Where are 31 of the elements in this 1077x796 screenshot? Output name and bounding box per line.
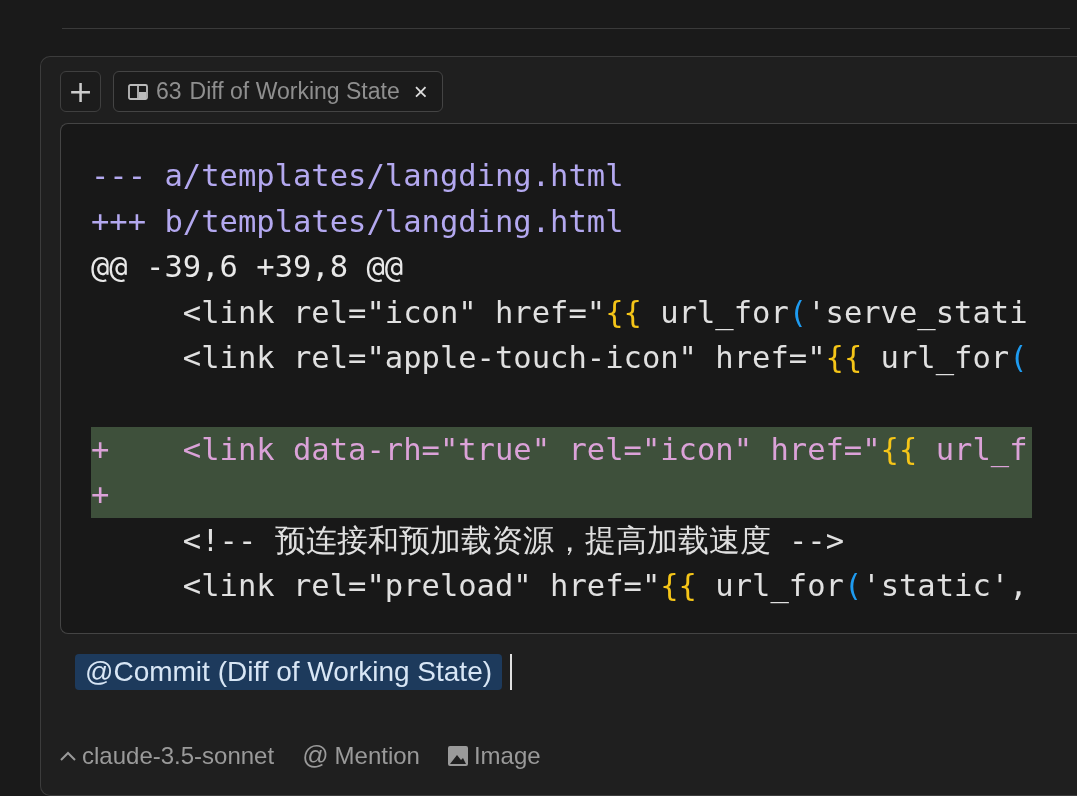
code-text: <link rel="preload" href="	[181, 568, 661, 604]
image-icon	[447, 745, 468, 766]
model-selector[interactable]: claude-3.5-sonnet	[60, 741, 275, 770]
add-button[interactable]: +	[60, 71, 101, 112]
code-text: (	[1009, 340, 1028, 376]
code-text: @@ -39,6 +39,8 @@	[91, 249, 404, 285]
chevron-up-icon	[60, 750, 76, 761]
code-text: {{	[825, 340, 863, 376]
code-text: (	[843, 568, 863, 604]
image-button[interactable]: Image	[447, 741, 541, 770]
close-button[interactable]: ×	[413, 77, 428, 106]
code-text: <!-- 预连接和预加载资源，提高加载速度 -->	[181, 522, 845, 558]
code-text: (	[788, 294, 808, 330]
tab-number: 63	[156, 78, 182, 105]
code-text: +++ b/templates/langding.html	[91, 203, 624, 239]
code-text: --- a/templates/langding.html	[91, 158, 624, 193]
mention-button[interactable]: @ Mention	[302, 740, 420, 771]
code-text: 'static',	[862, 568, 1028, 604]
code-text: <link rel="apple-touch-icon" href="	[181, 340, 826, 376]
code-text: <link rel="icon" href="	[181, 294, 606, 330]
text-cursor	[510, 654, 513, 690]
mention-chip[interactable]: @Commit (Diff of Working State)	[75, 654, 503, 690]
context-tab[interactable]: 63 Diff of Working State ×	[113, 71, 443, 112]
code-text: 'serve_stati	[807, 294, 1028, 330]
code-text: url_for	[714, 568, 844, 604]
split-view-icon	[128, 83, 148, 100]
code-text: {{	[660, 568, 697, 604]
tab-label: Diff of Working State	[189, 78, 400, 105]
code-text: url_for	[659, 294, 789, 330]
code-text: {{	[605, 294, 642, 330]
code-text: url_for	[879, 340, 1010, 376]
